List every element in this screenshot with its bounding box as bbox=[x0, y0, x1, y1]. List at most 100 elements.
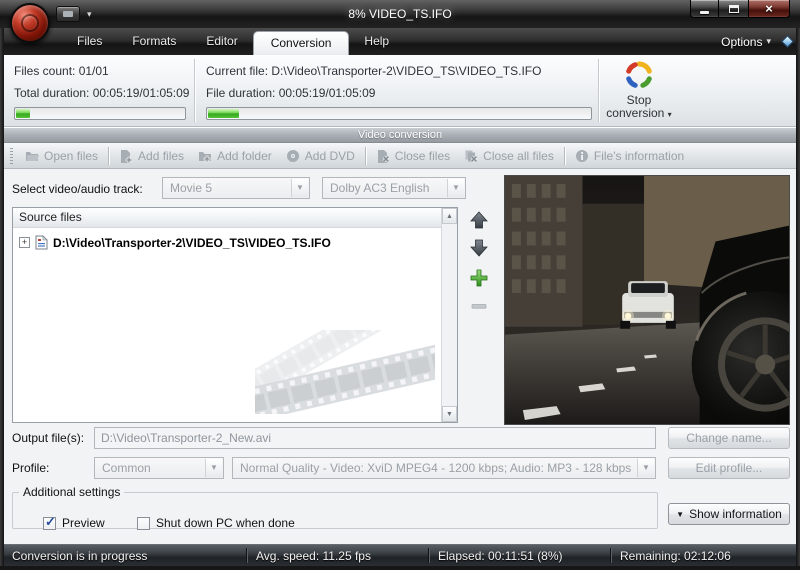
audio-track-combobox[interactable]: Dolby AC3 English ▼ bbox=[322, 177, 466, 199]
toolbar-separator bbox=[108, 147, 109, 165]
info-icon bbox=[575, 149, 589, 163]
file-progress-bar bbox=[206, 107, 592, 120]
tab-conversion[interactable]: Conversion bbox=[253, 31, 350, 55]
additional-settings-legend: Additional settings bbox=[19, 485, 124, 499]
file-duration-text: File duration: 00:05:19/01:05:09 bbox=[206, 86, 375, 100]
stop-conversion-label: Stop conversion bbox=[606, 93, 664, 120]
chevron-down-icon[interactable]: ▼ bbox=[447, 179, 464, 197]
add-file-button[interactable] bbox=[466, 265, 492, 291]
current-file-text: Current file: D:\Video\Transporter-2\VID… bbox=[206, 64, 541, 78]
checkbox-box bbox=[137, 517, 150, 530]
minimize-icon bbox=[700, 11, 709, 14]
window-frame-right bbox=[796, 28, 800, 570]
options-menu[interactable]: Options bbox=[721, 35, 762, 49]
app-window: 8% VIDEO_TS.IFO ▾ × Files Formats Editor… bbox=[0, 0, 800, 570]
status-separator bbox=[246, 548, 247, 563]
show-information-label: Show information bbox=[689, 507, 782, 521]
preview-checkbox[interactable]: ✓ Preview bbox=[43, 516, 105, 530]
chevron-down-icon[interactable]: ▼ bbox=[205, 459, 222, 477]
close-all-files-button[interactable]: Close all files bbox=[457, 146, 561, 166]
status-avg-speed: Avg. speed: 11.25 fps bbox=[256, 549, 371, 563]
shutdown-checkbox-label: Shut down PC when done bbox=[156, 516, 295, 530]
change-name-button[interactable]: Change name... bbox=[668, 427, 790, 449]
output-path-field[interactable] bbox=[94, 427, 656, 449]
toolbar-separator bbox=[365, 147, 366, 165]
main-area: Select video/audio track: Movie 5 ▼ Dolb… bbox=[4, 169, 796, 544]
total-duration-text: Total duration: 00:05:19/01:05:09 bbox=[14, 86, 189, 100]
stop-dropdown-icon: ▾ bbox=[668, 110, 672, 119]
move-up-button[interactable] bbox=[466, 207, 492, 233]
open-files-button[interactable]: Open files bbox=[18, 146, 105, 166]
conversion-info-panel: Files count: 01/01 Total duration: 00:05… bbox=[4, 55, 796, 127]
total-progress-bar bbox=[14, 107, 186, 120]
navigation-diamond-icon[interactable] bbox=[781, 35, 794, 48]
arrow-down-icon bbox=[469, 238, 489, 258]
shutdown-checkbox[interactable]: Shut down PC when done bbox=[137, 516, 295, 530]
close-button[interactable]: × bbox=[748, 0, 790, 18]
add-folder-icon bbox=[198, 149, 212, 163]
edit-profile-button[interactable]: Edit profile... bbox=[668, 457, 790, 479]
add-dvd-button[interactable]: Add DVD bbox=[279, 146, 362, 166]
file-information-button[interactable]: File's information bbox=[568, 146, 691, 166]
total-progress-fill bbox=[16, 109, 30, 118]
source-files-panel: Source files + D:\Video\Transporter-2\VI… bbox=[12, 207, 458, 423]
menu-editor[interactable]: Editor bbox=[191, 28, 252, 55]
add-files-button[interactable]: Add files bbox=[112, 146, 191, 166]
track-select-label: Select video/audio track: bbox=[12, 182, 143, 196]
scroll-up-icon[interactable]: ▲ bbox=[442, 208, 457, 224]
video-preview bbox=[504, 175, 790, 425]
preview-checkbox-label: Preview bbox=[62, 516, 105, 530]
status-separator bbox=[428, 548, 429, 563]
maximize-icon bbox=[729, 5, 739, 13]
window-controls: × bbox=[690, 0, 790, 18]
titlebar[interactable]: 8% VIDEO_TS.IFO ▾ × bbox=[0, 0, 800, 28]
chevron-down-icon[interactable]: ▼ bbox=[291, 179, 308, 197]
files-count-text: Files count: 01/01 bbox=[14, 64, 109, 78]
menubar: Files Formats Editor Conversion Help Opt… bbox=[0, 28, 800, 55]
chevron-down-icon[interactable]: ▼ bbox=[637, 459, 654, 477]
profile-label: Profile: bbox=[12, 461, 49, 475]
expander-plus-icon[interactable]: + bbox=[19, 237, 30, 248]
window-frame-bottom bbox=[0, 566, 800, 570]
close-files-button[interactable]: Close files bbox=[369, 146, 457, 166]
maximize-button[interactable] bbox=[719, 0, 748, 18]
arrow-up-icon bbox=[469, 210, 489, 230]
remove-file-button[interactable] bbox=[466, 293, 492, 319]
plus-icon bbox=[469, 268, 489, 288]
add-folder-button[interactable]: Add folder bbox=[191, 146, 279, 166]
source-files-header: Source files bbox=[13, 208, 441, 228]
window-title: 8% VIDEO_TS.IFO bbox=[0, 7, 800, 21]
status-separator bbox=[610, 548, 611, 563]
checkmark-icon: ✓ bbox=[45, 514, 56, 530]
profile-preset-combobox[interactable]: Common ▼ bbox=[94, 457, 224, 479]
quick-access-dropdown-icon[interactable]: ▾ bbox=[87, 9, 92, 20]
menu-files[interactable]: Files bbox=[62, 28, 117, 55]
file-toolbar: Open files Add files Add folder Add DVD … bbox=[4, 143, 796, 169]
quick-access-icon[interactable] bbox=[56, 6, 80, 22]
status-remaining: Remaining: 02:12:06 bbox=[620, 549, 731, 563]
window-frame-left bbox=[0, 28, 4, 570]
profile-quality-combobox[interactable]: Normal Quality - Video: XviD MPEG4 - 120… bbox=[232, 457, 656, 479]
close-file-icon bbox=[376, 149, 390, 163]
minimize-button[interactable] bbox=[690, 0, 719, 18]
scroll-down-icon[interactable]: ▼ bbox=[442, 406, 457, 422]
menu-help[interactable]: Help bbox=[349, 28, 404, 55]
statusbar: Conversion is in progress Avg. speed: 11… bbox=[4, 544, 796, 566]
move-down-button[interactable] bbox=[466, 235, 492, 261]
minus-icon bbox=[469, 296, 489, 316]
show-info-arrow-icon: ▼ bbox=[676, 510, 684, 519]
video-track-combobox[interactable]: Movie 5 ▼ bbox=[162, 177, 310, 199]
menu-formats[interactable]: Formats bbox=[117, 28, 191, 55]
stop-conversion-button[interactable]: Stop conversion ▾ bbox=[604, 60, 674, 122]
output-files-label: Output file(s): bbox=[12, 431, 84, 445]
file-progress-fill bbox=[208, 109, 239, 118]
status-state: Conversion is in progress bbox=[12, 549, 147, 563]
source-list-scrollbar[interactable]: ▲ ▼ bbox=[441, 208, 457, 422]
source-file-row[interactable]: + D:\Video\Transporter-2\VIDEO_TS\VIDEO_… bbox=[19, 235, 331, 250]
white-car bbox=[620, 281, 676, 329]
source-file-path: D:\Video\Transporter-2\VIDEO_TS\VIDEO_TS… bbox=[53, 236, 331, 250]
options-dropdown-icon[interactable]: ▾ bbox=[766, 36, 771, 47]
preview-frame bbox=[505, 176, 789, 424]
show-information-button[interactable]: ▼ Show information bbox=[668, 503, 790, 525]
stop-conversion-icon bbox=[624, 60, 654, 93]
